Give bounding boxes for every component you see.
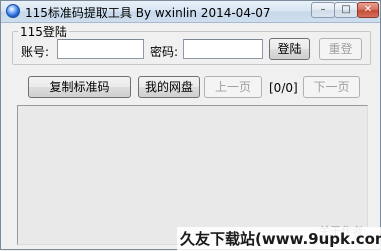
app-globe-icon	[6, 4, 20, 18]
my-disk-button[interactable]: 我的网盘	[138, 76, 200, 98]
login-button[interactable]: 登陆	[269, 38, 310, 60]
page-indicator: [0/0]	[269, 81, 298, 95]
relogin-button[interactable]: 重登	[319, 38, 362, 60]
app-window: 115标准码提取工具 By wxinlin 2014-04-07 – □ ✕ 1…	[0, 0, 381, 251]
title-bar[interactable]: 115标准码提取工具 By wxinlin 2014-04-07 – □ ✕	[1, 1, 380, 23]
minimize-button[interactable]: –	[311, 2, 335, 18]
password-input[interactable]	[183, 39, 263, 59]
login-group-legend: 115登陆	[18, 23, 69, 40]
site-watermark: 久友下载站(www.9upk.com)	[180, 230, 381, 248]
result-list-area[interactable]	[17, 105, 368, 245]
password-label: 密码:	[150, 45, 179, 59]
maximize-button[interactable]: □	[334, 2, 358, 18]
next-page-button[interactable]: 下一页	[303, 76, 360, 98]
window-title: 115标准码提取工具 By wxinlin 2014-04-07	[25, 6, 271, 20]
copy-standard-code-button[interactable]: 复制标准码	[28, 76, 131, 98]
account-label: 账号:	[21, 45, 50, 59]
close-button[interactable]: ✕	[357, 2, 379, 18]
account-input[interactable]	[57, 39, 144, 59]
prev-page-button[interactable]: 上一页	[204, 76, 262, 98]
